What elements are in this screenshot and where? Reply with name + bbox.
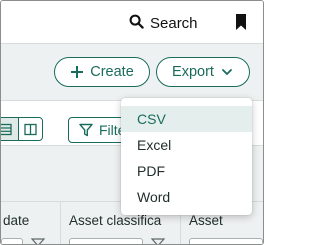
search-button[interactable]: Search — [129, 12, 198, 34]
filter-icon[interactable] — [31, 238, 45, 245]
export-option-pdf[interactable]: PDF — [121, 158, 252, 184]
create-button[interactable]: Create — [54, 57, 150, 87]
column-filter-input[interactable] — [189, 238, 263, 244]
chevron-down-icon — [222, 69, 232, 75]
columns-icon — [24, 123, 37, 135]
filter-icon[interactable] — [151, 238, 165, 245]
export-menu: CSV Excel PDF Word — [121, 98, 252, 215]
bookmark-icon[interactable] — [235, 14, 247, 30]
column-filter-input[interactable] — [69, 238, 143, 244]
split-view-toggle[interactable] — [19, 118, 43, 140]
export-option-excel[interactable]: Excel — [121, 132, 252, 158]
column-label: date — [3, 213, 30, 228]
list-view-toggle[interactable] — [1, 118, 19, 140]
app-window: Search Create Export Filter date Asset c… — [0, 0, 264, 245]
column-label: Asset — [189, 213, 223, 228]
search-label: Search — [150, 14, 198, 32]
export-button[interactable]: Export — [156, 57, 250, 87]
export-option-csv[interactable]: CSV — [121, 106, 252, 132]
export-label: Export — [172, 64, 214, 80]
create-label: Create — [90, 64, 134, 80]
column-header-date[interactable]: date — [1, 202, 61, 245]
search-icon — [129, 14, 144, 33]
filter-icon — [79, 123, 93, 137]
plus-icon — [71, 66, 84, 78]
top-bar: Search — [1, 1, 263, 44]
export-option-word[interactable]: Word — [121, 184, 252, 210]
column-label: Asset classifica — [69, 213, 162, 228]
column-filter-input[interactable] — [1, 238, 23, 244]
view-toggle[interactable] — [1, 117, 43, 141]
list-icon — [1, 123, 12, 135]
